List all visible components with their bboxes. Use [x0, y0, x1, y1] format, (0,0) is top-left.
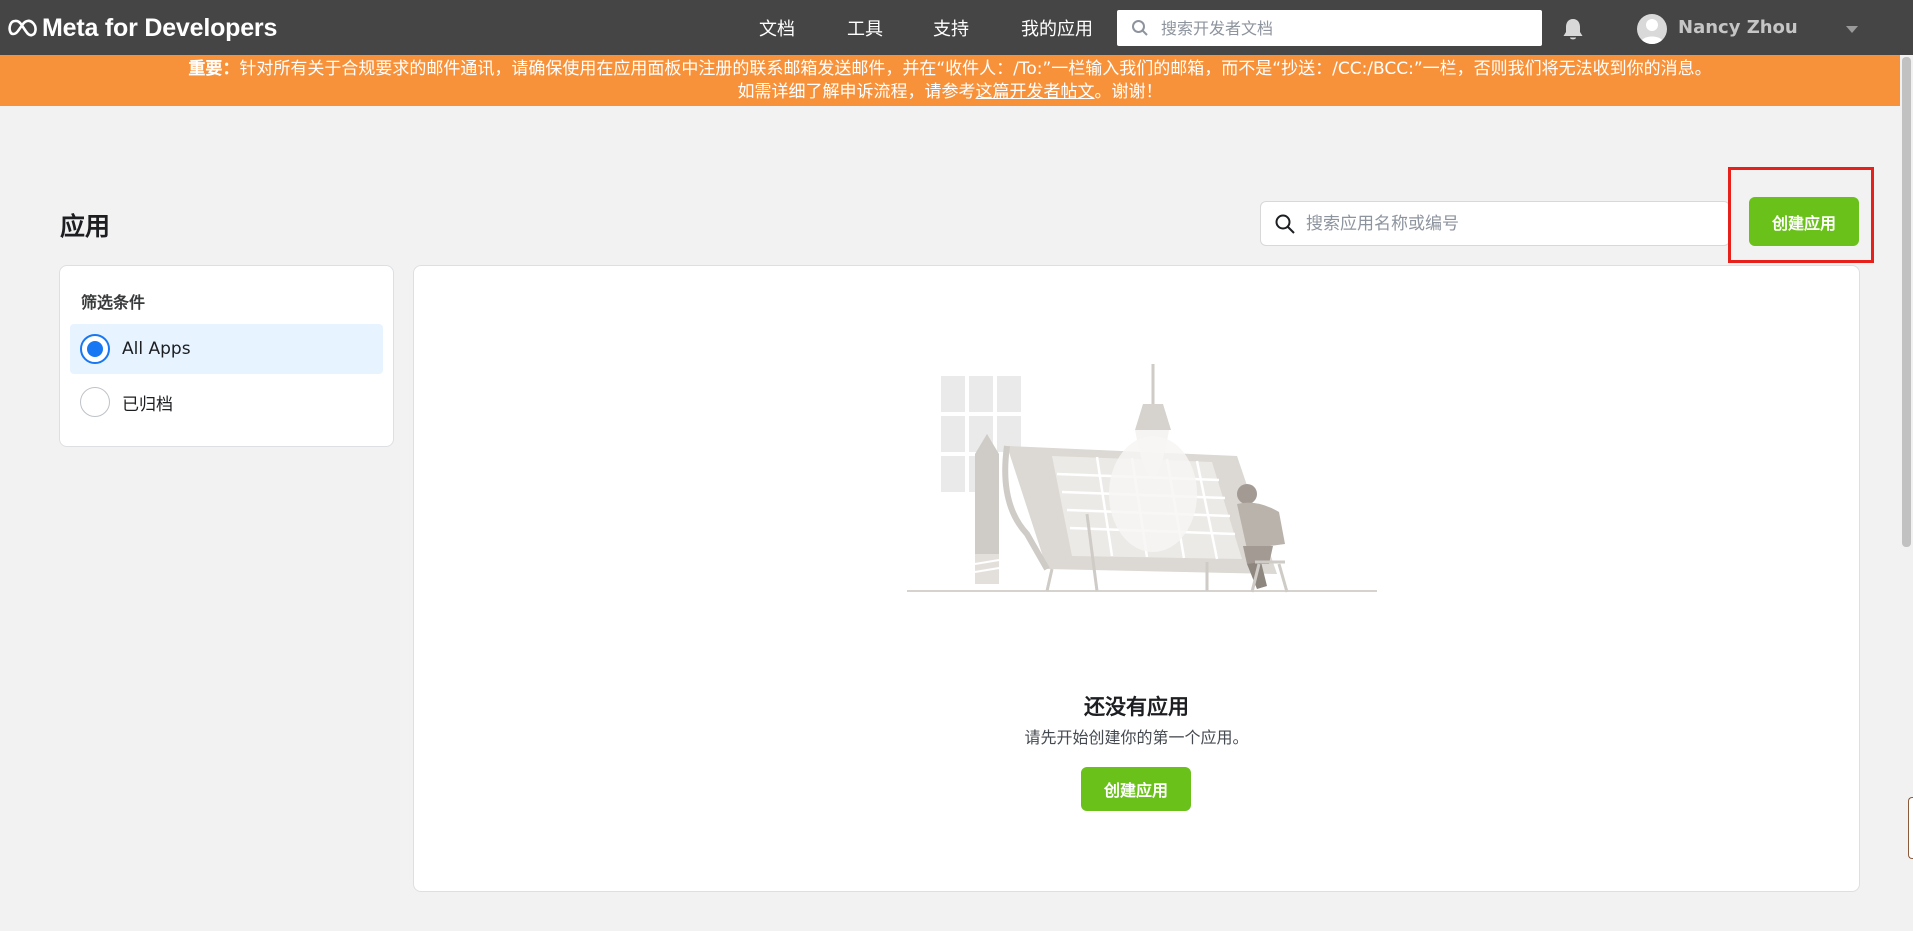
page-title: 应用 [60, 212, 111, 241]
filter-option-all-apps[interactable]: All Apps [70, 324, 383, 374]
filter-option-label: 已归档 [122, 394, 173, 415]
nav-link-docs[interactable]: 文档 [759, 15, 795, 41]
create-app-button[interactable]: 创建应用 [1749, 197, 1859, 246]
bell-icon[interactable] [1562, 17, 1584, 41]
scrollbar-thumb[interactable] [1902, 57, 1911, 547]
empty-state-subtitle: 请先开始创建你的第一个应用。 [1024, 728, 1249, 747]
docs-search-box [1117, 10, 1542, 46]
docs-search-input[interactable] [1161, 18, 1521, 38]
radio-selected[interactable] [80, 334, 110, 364]
user-name[interactable]: Nancy Zhou [1678, 17, 1798, 38]
banner-line-2-before: 如需详细了解申诉流程，请参考 [737, 82, 976, 102]
create-first-app-button[interactable]: 创建应用 [1081, 767, 1191, 811]
apps-main-card: 还没有应用 请先开始创建你的第一个应用。 创建应用 [413, 265, 1860, 892]
banner-line-2: 如需详细了解申诉流程，请参考这篇开发者帖文。谢谢！ [0, 81, 1900, 104]
banner-line-2-after: 。谢谢！ [1094, 82, 1163, 102]
empty-state-title: 还没有应用 [1084, 695, 1189, 719]
app-search-box [1260, 201, 1730, 246]
user-avatar[interactable] [1637, 14, 1667, 44]
nav-link-tools[interactable]: 工具 [847, 15, 883, 41]
banner-line-1: 重要：针对所有关于合规要求的邮件通讯，请确保使用在应用面板中注册的联系邮箱发送邮… [0, 58, 1900, 81]
search-icon [1132, 20, 1148, 36]
meta-infinity-icon [8, 19, 37, 37]
important-notice-banner: 重要：针对所有关于合规要求的邮件通讯，请确保使用在应用面板中注册的联系邮箱发送邮… [0, 55, 1900, 106]
app-search-input[interactable] [1306, 213, 1706, 234]
banner-bold-prefix: 重要： [188, 59, 240, 79]
filter-option-archived[interactable]: 已归档 [70, 377, 383, 427]
avatar-person-icon [1640, 19, 1664, 44]
filter-panel: 筛选条件 All Apps 已归档 [59, 265, 394, 447]
top-nav-bar: Meta for Developers 文档 工具 支持 我的应用 Nancy … [0, 0, 1913, 55]
logo-text: Meta for Developers [42, 13, 278, 42]
radio-unselected[interactable] [80, 387, 110, 417]
nav-link-support[interactable]: 支持 [933, 15, 969, 41]
developer-post-link[interactable]: 这篇开发者帖文 [976, 82, 1095, 102]
filter-option-label: All Apps [122, 339, 191, 359]
meta-logo[interactable]: Meta for Developers [8, 11, 277, 45]
chevron-down-icon[interactable] [1845, 25, 1859, 34]
filter-title: 筛选条件 [81, 293, 146, 312]
side-feedback-tab[interactable] [1908, 797, 1913, 859]
nav-link-my-apps[interactable]: 我的应用 [1021, 15, 1093, 41]
search-icon [1275, 214, 1295, 234]
empty-state-illustration [907, 364, 1377, 593]
banner-line-1-text: 针对所有关于合规要求的邮件通讯，请确保使用在应用面板中注册的联系邮箱发送邮件，并… [239, 59, 1712, 79]
